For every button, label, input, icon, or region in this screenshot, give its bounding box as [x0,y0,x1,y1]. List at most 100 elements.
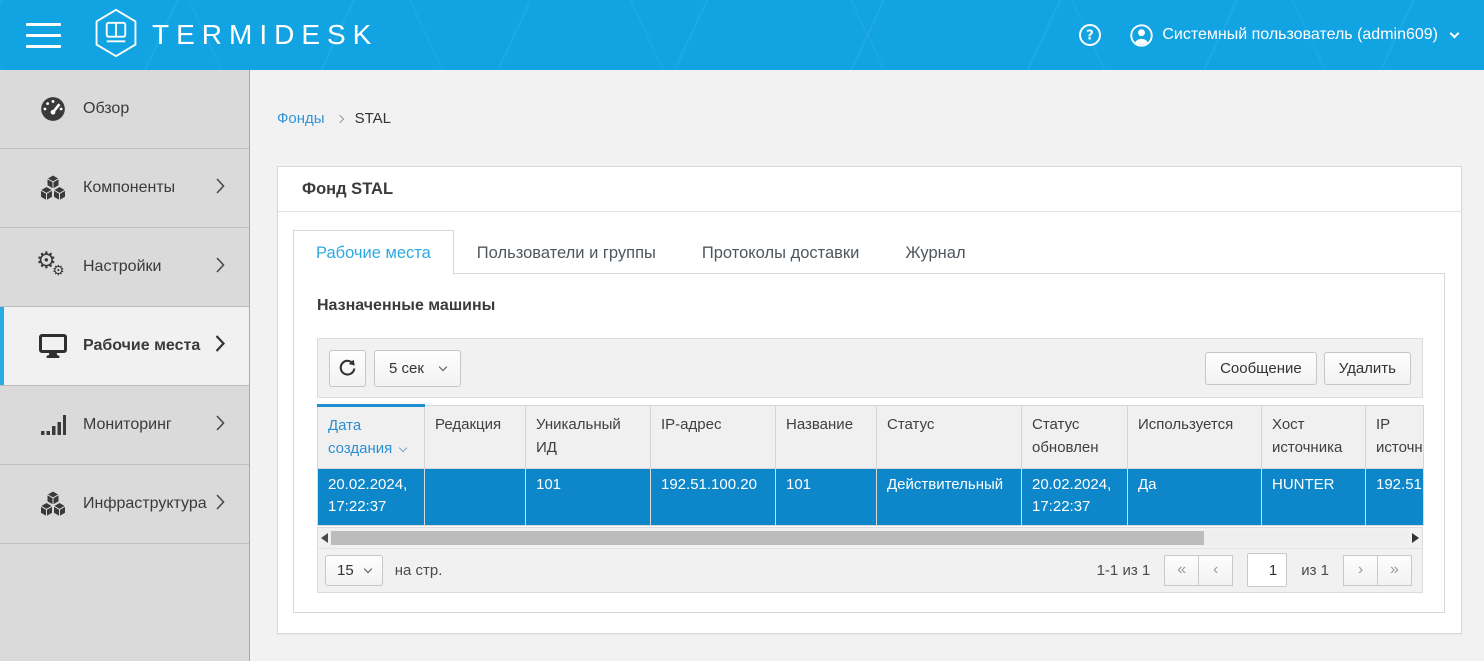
tab-bar: Рабочие места Пользователи и группы Прот… [293,230,1445,274]
sidebar-item-components[interactable]: Компоненты [0,149,249,228]
breadcrumb-link-funds[interactable]: Фонды [277,110,325,127]
scrollbar-thumb[interactable] [331,531,1204,545]
sidebar-item-workplaces[interactable]: Рабочие места [0,307,249,386]
chevron-right-icon [335,114,343,122]
column-header-status-updated[interactable]: Статус обновлен [1022,406,1128,469]
table-footer: 15 на стр. 1-1 из 1 « ‹ [317,527,1423,593]
cell-source-ip: 192.51.100.20 [1366,468,1424,525]
delete-button[interactable]: Удалить [1324,352,1411,385]
sidebar-item-label: Мониторинг [83,416,216,434]
pagination-bar: 15 на стр. 1-1 из 1 « ‹ [318,548,1422,592]
tab-workplaces[interactable]: Рабочие места [293,230,454,274]
brand-wordmark: TERMIDESK [152,19,378,51]
column-header-source-host[interactable]: Хост источника [1262,406,1366,469]
refresh-interval-value: 5 сек [389,360,424,377]
svg-text:?: ? [1087,29,1095,44]
user-label: Системный пользователь (admin609) [1162,26,1438,44]
scroll-right-icon[interactable] [1412,533,1419,543]
page-size-value: 15 [337,562,354,579]
per-page-label: на стр. [395,562,443,579]
card-title: Фонд STAL [278,167,1461,212]
tab-journal[interactable]: Журнал [882,230,988,274]
tab-users-groups[interactable]: Пользователи и группы [454,230,679,274]
cell-source-host: HUNTER [1262,468,1366,525]
chevron-down-icon [363,564,371,572]
user-avatar-icon [1130,24,1153,47]
sidebar-item-label: Рабочие места [83,337,215,355]
column-header-source-ip[interactable]: IP источника [1366,406,1424,469]
page-number-input[interactable] [1247,553,1287,587]
chevron-right-icon [216,257,225,278]
cell-name: 101 [776,468,877,525]
table-header-row: Дата создания Редакция Уникальный ИД IP-… [318,406,1424,469]
sidebar-item-label: Компоненты [83,179,216,197]
main-content: Фонды STAL Фонд STAL Рабочие места Польз… [250,70,1484,661]
sidebar-item-label: Обзор [83,100,225,118]
column-header-in-use[interactable]: Используется [1128,406,1262,469]
next-page-button[interactable]: › [1343,555,1378,586]
chevron-right-icon [216,494,225,515]
bar-chart-icon [36,413,70,437]
section-title: Назначенные машины [317,297,1424,315]
column-header-ip[interactable]: IP-адрес [651,406,776,469]
app-logo: TERMIDESK [93,8,378,63]
cubes-icon [36,174,70,202]
cubes-icon [36,490,70,518]
cell-revision [425,468,526,525]
top-bar: TERMIDESK ? Системный пользователь (admi… [0,0,1484,70]
column-header-status[interactable]: Статус [877,406,1022,469]
sort-desc-icon [399,444,407,452]
column-header-revision[interactable]: Редакция [425,406,526,469]
table-row-selected[interactable]: 20.02.2024, 17:22:37 101 192.51.100.20 1… [318,468,1424,525]
column-header-unique-id[interactable]: Уникальный ИД [526,406,651,469]
machines-table: Дата создания Редакция Уникальный ИД IP-… [317,404,1424,526]
hexagon-logo-icon [93,8,139,63]
tab-panel-workplaces: Назначенные машины 5 сек [293,273,1445,613]
column-header-label: Дата создания [328,417,392,457]
page-size-select[interactable]: 15 [325,555,383,586]
range-label: 1-1 из 1 [1097,562,1151,579]
cell-status-updated: 20.02.2024, 17:22:37 [1022,468,1128,525]
prev-page-button[interactable]: ‹ [1198,555,1233,586]
machines-table-wrap: Дата создания Редакция Уникальный ИД IP-… [317,404,1423,526]
table-toolbar: 5 сек Сообщение Удалить [317,338,1423,398]
cell-unique-id: 101 [526,468,651,525]
chevron-down-icon [439,362,447,370]
sidebar-item-overview[interactable]: Обзор [0,70,249,149]
hamburger-menu-icon[interactable] [26,23,61,48]
first-page-button[interactable]: « [1164,555,1199,586]
chevron-right-icon [216,178,225,199]
message-button[interactable]: Сообщение [1205,352,1317,385]
horizontal-scrollbar[interactable] [318,528,1422,548]
cell-status: Действительный [877,468,1022,525]
chevron-down-icon [1450,28,1460,38]
chevron-right-icon [215,335,225,357]
scrollbar-track[interactable] [331,531,1409,545]
cell-ip: 192.51.100.20 [651,468,776,525]
user-menu[interactable]: Системный пользователь (admin609) [1130,24,1458,47]
sidebar-item-monitoring[interactable]: Мониторинг [0,386,249,465]
column-header-name[interactable]: Название [776,406,877,469]
breadcrumb: Фонды STAL [277,108,1462,128]
chevron-right-icon [216,415,225,436]
last-page-button[interactable]: » [1377,555,1412,586]
sidebar-item-infrastructure[interactable]: Инфраструктура [0,465,249,544]
cell-created: 20.02.2024, 17:22:37 [318,468,425,525]
sidebar-item-settings[interactable]: ⚙ ⚙ Настройки [0,228,249,307]
column-header-created[interactable]: Дата создания [318,406,425,469]
gauge-icon [36,96,70,122]
of-total-label: из 1 [1301,562,1329,579]
fund-card: Фонд STAL Рабочие места Пользователи и г… [277,166,1462,634]
refresh-button[interactable] [329,350,366,387]
sidebar-item-label: Инфраструктура [83,495,216,513]
cell-in-use: Да [1128,468,1262,525]
scroll-left-icon[interactable] [321,533,328,543]
sidebar: Обзор Компон [0,70,250,661]
refresh-interval-select[interactable]: 5 сек [374,350,461,387]
sidebar-item-label: Настройки [83,258,216,276]
help-icon[interactable]: ? [1078,23,1102,47]
refresh-icon [338,359,357,378]
tab-delivery-protocols[interactable]: Протоколы доставки [679,230,883,274]
gears-icon: ⚙ ⚙ [36,252,70,282]
monitor-icon [36,334,70,359]
